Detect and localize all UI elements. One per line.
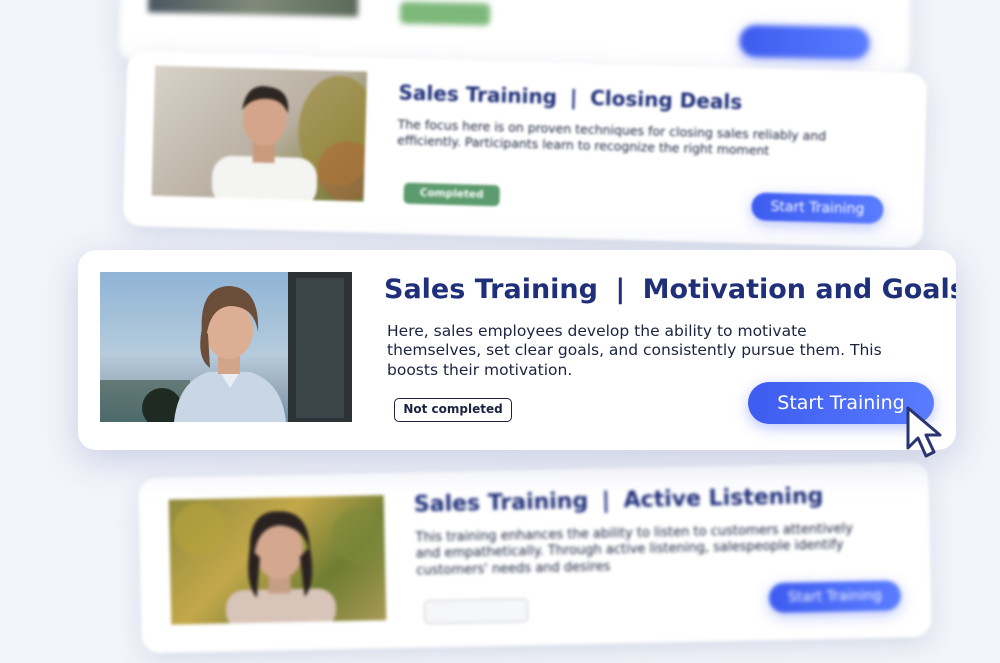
title-category: Sales Training — [413, 488, 589, 518]
training-thumbnail — [151, 65, 368, 202]
start-training-button[interactable]: Start Training — [751, 192, 884, 225]
training-title: Sales Training | Closing Deals — [398, 80, 742, 114]
trainer-avatar-image — [173, 503, 387, 625]
status-badge — [423, 598, 529, 625]
start-training-button[interactable] — [739, 24, 870, 60]
training-thumbnail — [100, 272, 352, 422]
training-description: Here, sales employees develop the abilit… — [387, 322, 882, 379]
title-topic: Motivation and Goals — [642, 274, 956, 305]
training-card-closing-deals: Sales Training | Closing Deals The focus… — [122, 50, 928, 249]
start-training-button[interactable]: Start Training — [768, 580, 902, 614]
title-separator: | — [601, 488, 611, 514]
training-thumbnail — [147, 0, 359, 17]
training-thumbnail — [168, 495, 387, 625]
training-description: The focus here is on proven techniques f… — [397, 116, 827, 158]
title-separator: | — [615, 274, 626, 305]
trainer-avatar-image — [211, 75, 368, 202]
status-badge — [399, 1, 491, 26]
status-badge: Not completed — [394, 398, 512, 422]
title-separator: | — [569, 85, 578, 110]
trainer-avatar-image — [100, 272, 352, 422]
cursor-arrow-icon — [906, 406, 942, 458]
title-topic: Active Listening — [623, 483, 824, 514]
training-description: This training enhances the ability to li… — [415, 521, 854, 578]
training-title: Sales Training | Active Listening — [414, 484, 824, 518]
training-card-active-listening: Sales Training | Active Listening This t… — [138, 461, 932, 654]
training-title: Sales Training | Motivation and Goals — [384, 274, 956, 305]
title-category: Sales Training — [384, 274, 598, 305]
title-category: Sales Training — [398, 80, 558, 109]
training-card-motivation-goals: Sales Training | Motivation and Goals He… — [78, 250, 956, 450]
title-topic: Closing Deals — [589, 85, 743, 115]
status-badge: Completed — [403, 182, 500, 207]
